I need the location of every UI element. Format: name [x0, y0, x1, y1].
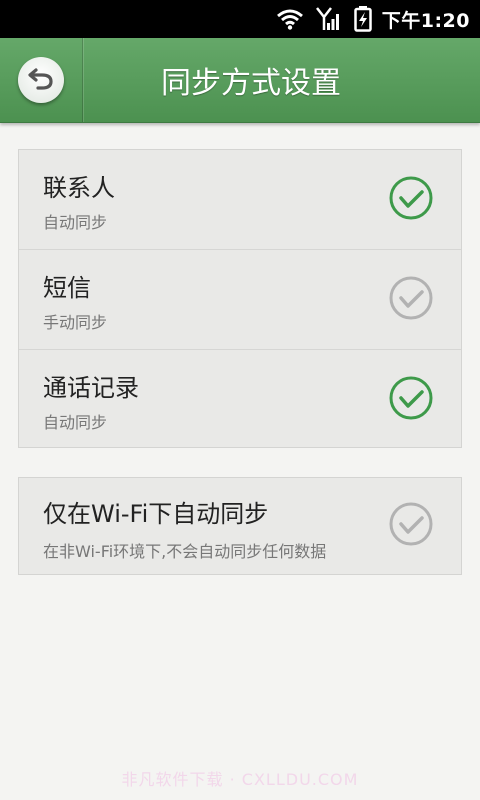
sync-item-status: 手动同步	[43, 313, 108, 332]
sync-item-status: 自动同步	[43, 413, 108, 432]
watermark: 非凡软件下载 · CXLLDU.COM	[121, 770, 359, 789]
check-circle-icon[interactable]	[389, 276, 433, 320]
status-time: 下午1:20	[381, 9, 470, 32]
sync-items-card: 联系人 自动同步 短信 手动同步 通话记录 自动同步	[18, 149, 462, 448]
back-button[interactable]	[0, 38, 83, 122]
sync-item-contacts[interactable]: 联系人 自动同步	[19, 150, 461, 250]
sync-item-label: 短信	[43, 274, 91, 302]
check-circle-icon[interactable]	[389, 376, 433, 420]
sync-item-label: 联系人	[43, 174, 115, 202]
battery-charging-icon	[353, 6, 372, 32]
wifi-only-option[interactable]: 仅在Wi-Fi下自动同步 在非Wi-Fi环境下,不会自动同步任何数据	[19, 478, 461, 574]
title-bar: 同步方式设置	[0, 38, 480, 123]
sync-item-status: 自动同步	[43, 213, 108, 232]
status-bar: 下午1:20	[0, 0, 480, 38]
sync-item-call-log[interactable]: 通话记录 自动同步	[19, 350, 461, 450]
wifi-icon	[276, 8, 304, 30]
back-arrow-icon	[27, 64, 55, 96]
wifi-only-card: 仅在Wi-Fi下自动同步 在非Wi-Fi环境下,不会自动同步任何数据	[18, 477, 462, 575]
wifi-only-description: 在非Wi-Fi环境下,不会自动同步任何数据	[43, 542, 327, 561]
back-button-circle[interactable]	[18, 57, 64, 103]
sync-item-label: 通话记录	[43, 374, 139, 402]
wifi-only-label: 仅在Wi-Fi下自动同步	[43, 500, 269, 528]
signal-icon	[315, 7, 342, 31]
check-circle-icon[interactable]	[389, 502, 433, 546]
sync-item-sms[interactable]: 短信 手动同步	[19, 250, 461, 350]
page-title: 同步方式设置	[161, 66, 341, 101]
check-circle-icon[interactable]	[389, 176, 433, 220]
